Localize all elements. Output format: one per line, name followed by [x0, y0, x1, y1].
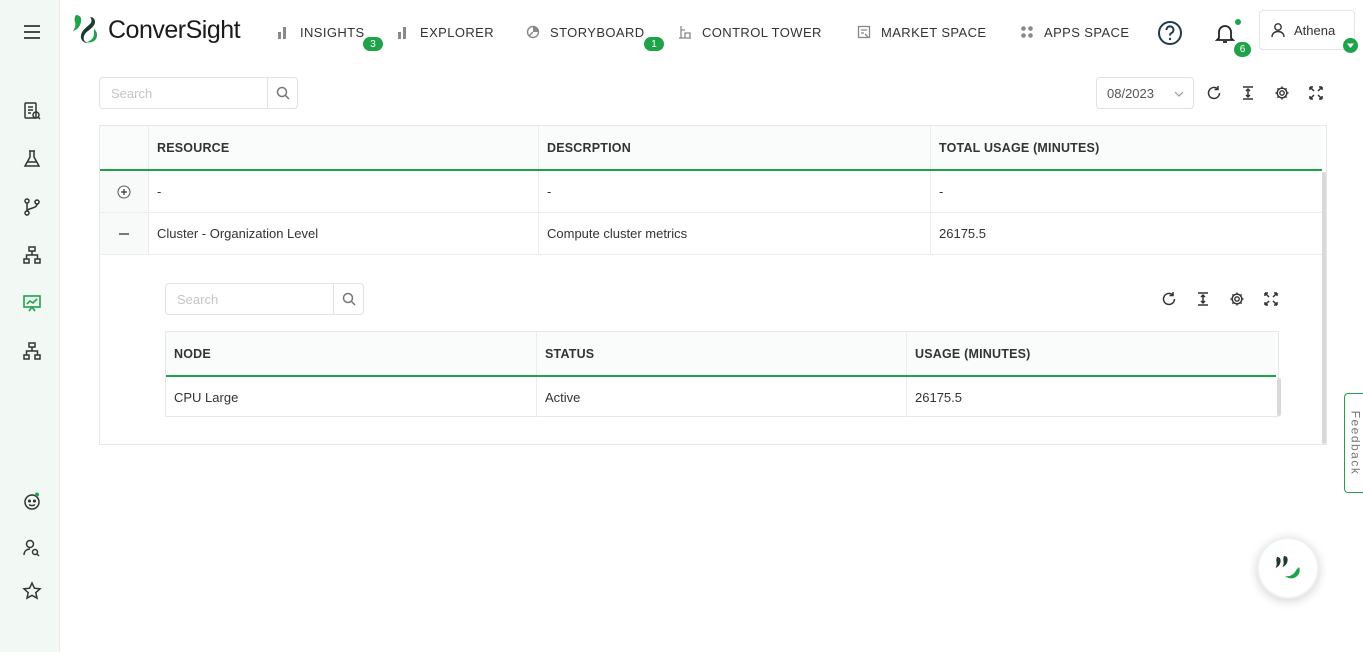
- row-expand-cell: [100, 171, 149, 212]
- bar-chart-icon: [278, 27, 286, 39]
- cell-node: CPU Large: [166, 377, 537, 417]
- nav-insights[interactable]: INSIGHTS: [276, 20, 365, 44]
- nav-storyboard-label: STORYBOARD: [550, 24, 645, 40]
- nested-search-input[interactable]: [166, 284, 333, 314]
- bar-chart-icon: [398, 27, 406, 39]
- header-expand-cell: [100, 126, 149, 169]
- nav-storyboard[interactable]: STORYBOARD: [526, 20, 645, 44]
- search-icon: [276, 86, 290, 100]
- chevron-down-icon: [1174, 91, 1184, 97]
- star-icon[interactable]: [18, 577, 46, 605]
- row-expand-cell: [100, 213, 149, 254]
- column-header-usage[interactable]: USAGE (MINUTES): [907, 332, 1276, 375]
- search-box: [99, 77, 298, 109]
- tower-icon: [679, 26, 691, 39]
- nav-control-tower[interactable]: CONTROL TOWER: [678, 20, 822, 44]
- hierarchy-icon[interactable]: [18, 241, 46, 269]
- user-menu-button[interactable]: Athena: [1259, 10, 1355, 50]
- row-height-icon[interactable]: [1238, 83, 1258, 103]
- git-branch-icon[interactable]: [18, 193, 46, 221]
- chevron-down-icon[interactable]: [1343, 38, 1358, 53]
- cell-status: Active: [537, 377, 907, 417]
- fullscreen-icon[interactable]: [1306, 83, 1326, 103]
- notification-count-badge: 6: [1234, 42, 1251, 57]
- bell-icon[interactable]: [1212, 20, 1238, 46]
- sidebar: [0, 0, 60, 652]
- table-row: Cluster - Organization Level Compute clu…: [100, 213, 1322, 255]
- nav-apps-space[interactable]: APPS SPACE: [1020, 20, 1129, 44]
- help-icon[interactable]: [1157, 20, 1183, 46]
- column-header-resource[interactable]: RESOURCE: [149, 126, 539, 169]
- presentation-chart-icon[interactable]: [18, 289, 46, 317]
- table-scrollbar[interactable]: [1322, 172, 1326, 444]
- nested-refresh-icon[interactable]: [1159, 289, 1179, 309]
- assistant-logo-icon: [1275, 556, 1300, 579]
- search-icon: [342, 292, 356, 306]
- nested-table-header: NODE STATUS USAGE (MINUTES): [166, 332, 1276, 377]
- nested-search-button[interactable]: [333, 284, 363, 314]
- storyboard-badge: 1: [644, 37, 664, 51]
- nested-settings-gear-icon[interactable]: [1227, 289, 1247, 309]
- nav-apps-space-label: APPS SPACE: [1044, 24, 1130, 40]
- report-search-icon[interactable]: [18, 97, 46, 125]
- refresh-icon[interactable]: [1204, 83, 1224, 103]
- nav-market-space-label: MARKET SPACE: [881, 24, 987, 40]
- user-name: Athena: [1294, 22, 1336, 38]
- table-row: CPU Large Active 26175.5: [166, 377, 1276, 417]
- collapse-minus-icon[interactable]: [117, 227, 131, 241]
- apps-grid-icon: [1021, 26, 1033, 38]
- date-select-value: 08/2023: [1107, 85, 1154, 101]
- search-button[interactable]: [267, 78, 297, 108]
- cell-usage: 26175.5: [915, 389, 962, 405]
- column-header-total-usage[interactable]: TOTAL USAGE (MINUTES): [931, 126, 1322, 169]
- nested-fullscreen-icon[interactable]: [1261, 289, 1281, 309]
- cell-total-usage: -: [939, 184, 944, 199]
- nav-market-space[interactable]: MARKET SPACE: [857, 20, 986, 44]
- nav-explorer-label: EXPLORER: [420, 24, 495, 40]
- table-header: RESOURCE DESCRPTION TOTAL USAGE (MINUTES…: [100, 126, 1322, 171]
- user-search-icon[interactable]: [18, 534, 46, 562]
- user-icon: [1271, 23, 1285, 38]
- nav-insights-label: INSIGHTS: [300, 24, 365, 40]
- search-input[interactable]: [100, 78, 267, 108]
- nested-row-height-icon[interactable]: [1193, 289, 1213, 309]
- pie-chart-icon: [526, 25, 540, 39]
- nested-search-box: [165, 283, 364, 315]
- nested-table-scrollbar[interactable]: [1277, 378, 1281, 416]
- cell-description: Compute cluster metrics: [539, 213, 931, 254]
- app-root: ConverSight INSIGHTS 3 EXPLORER STORYBOA…: [0, 0, 1363, 652]
- brand-logo-icon: [73, 15, 98, 44]
- brand-name: ConverSight: [108, 15, 241, 44]
- market-icon: [857, 25, 871, 39]
- bot-face-icon[interactable]: [18, 487, 46, 515]
- brand-logo[interactable]: ConverSight: [70, 12, 241, 48]
- node-table: NODE STATUS USAGE (MINUTES) CPU Large Ac…: [165, 331, 1281, 417]
- column-header-status[interactable]: STATUS: [537, 332, 907, 375]
- column-header-description[interactable]: DESCRPTION: [539, 126, 931, 169]
- table-row: - - -: [100, 171, 1322, 213]
- top-nav: ConverSight INSIGHTS 3 EXPLORER STORYBOA…: [60, 0, 1363, 62]
- menu-icon[interactable]: [18, 18, 46, 46]
- flask-icon[interactable]: [18, 145, 46, 173]
- feedback-label: Feedback: [1348, 410, 1363, 476]
- cell-total-usage: 26175.5: [939, 226, 986, 241]
- cell-resource: Cluster - Organization Level: [149, 213, 539, 254]
- cell-description: -: [539, 171, 931, 212]
- nav-control-tower-label: CONTROL TOWER: [702, 24, 822, 40]
- assistant-chat-button[interactable]: [1257, 537, 1319, 599]
- expand-plus-icon[interactable]: [117, 185, 131, 199]
- column-header-node[interactable]: NODE: [166, 332, 537, 375]
- cell-resource: -: [149, 171, 539, 212]
- settings-gear-icon[interactable]: [1272, 83, 1292, 103]
- org-chart-icon[interactable]: [18, 337, 46, 365]
- notification-dot: [1235, 19, 1241, 25]
- insights-badge: 3: [363, 37, 383, 51]
- nav-explorer[interactable]: EXPLORER: [396, 20, 494, 44]
- feedback-tab[interactable]: Feedback: [1344, 393, 1363, 493]
- date-select[interactable]: 08/2023: [1096, 77, 1194, 109]
